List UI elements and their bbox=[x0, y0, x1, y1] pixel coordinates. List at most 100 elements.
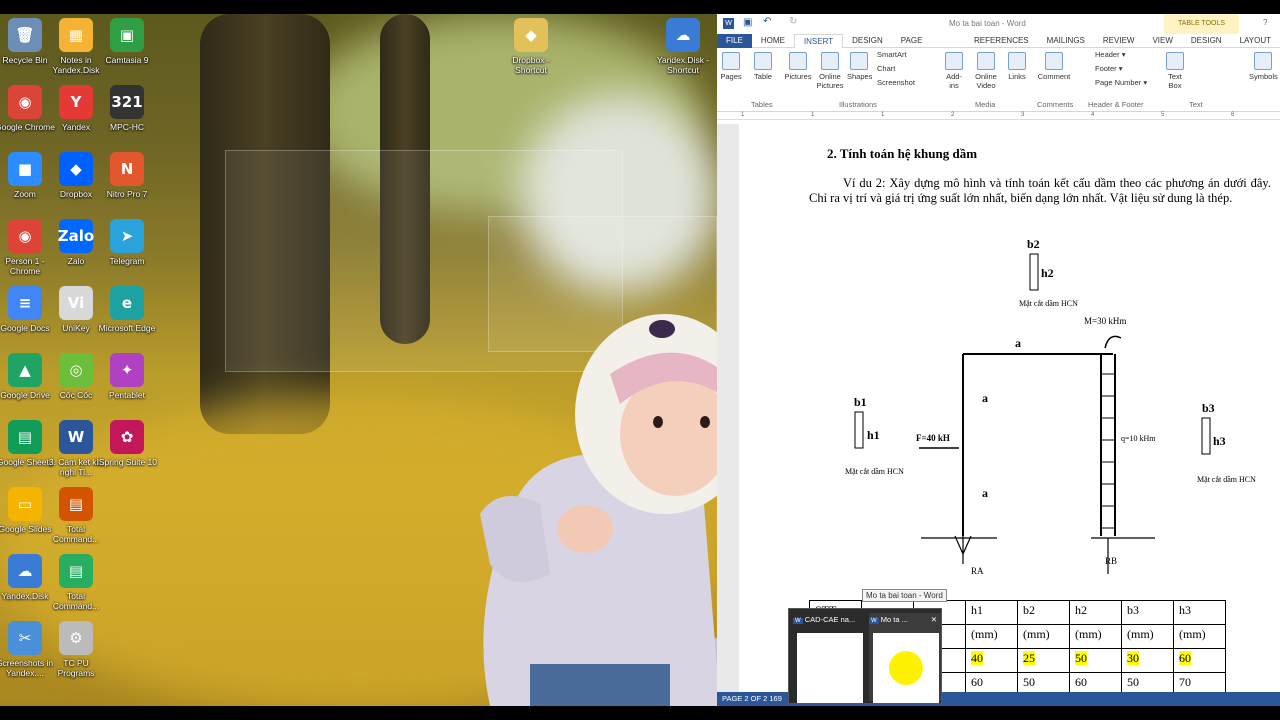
tab-view[interactable]: VIEW bbox=[1143, 34, 1181, 48]
desktop-icon[interactable]: ▣ Camtasia 9 bbox=[96, 18, 158, 65]
telegram-icon: ➤ bbox=[110, 219, 144, 253]
tab-home[interactable]: HOME bbox=[752, 34, 794, 48]
online-pictures-button[interactable]: Online Pictures bbox=[815, 52, 845, 90]
desktop-icon-label: Camtasia 9 bbox=[105, 55, 149, 65]
table-cell: 50 bbox=[1121, 672, 1174, 692]
diagram-b2: b2 bbox=[1027, 237, 1040, 251]
table-cell: h2 bbox=[1069, 600, 1122, 625]
symbols-button[interactable]: Symbols bbox=[1249, 52, 1278, 81]
screenshot-button[interactable]: Screenshot bbox=[877, 78, 915, 87]
cell-text: 50 bbox=[1023, 675, 1035, 689]
cell-text: 60 bbox=[971, 675, 983, 689]
table-cell: h3 bbox=[1173, 600, 1226, 625]
tab-insert[interactable]: INSERT bbox=[793, 33, 844, 48]
help-icon[interactable]: ? bbox=[1263, 18, 1267, 27]
desktop-icon[interactable]: ✦ Pentablet bbox=[96, 353, 158, 400]
comment-button[interactable]: Comment bbox=[1035, 52, 1073, 81]
ruler-number: 1 bbox=[741, 112, 745, 118]
header-button[interactable]: Header ▾ bbox=[1095, 50, 1125, 59]
desktop-icon[interactable]: ▤ Total Command... bbox=[45, 487, 107, 544]
cell-text: h1 bbox=[971, 603, 983, 617]
desktop-icon[interactable]: N Nitro Pro 7 bbox=[96, 152, 158, 199]
diagram-rb: RB bbox=[1105, 556, 1117, 566]
tab-references[interactable]: REFERENCES bbox=[965, 34, 1038, 48]
table-button[interactable]: Table bbox=[751, 52, 775, 81]
desktop-icon[interactable]: ➤ Telegram bbox=[96, 219, 158, 266]
desktop-icon[interactable]: ✿ iSpring Suite 10 bbox=[96, 420, 158, 467]
document-area[interactable]: 2. Tính toán hệ khung dầm Ví du 2: Xây d… bbox=[717, 124, 1280, 692]
save-icon[interactable]: ▣ bbox=[743, 17, 752, 28]
cell-text: (mm) bbox=[971, 627, 998, 641]
diagram-b3: b3 bbox=[1202, 401, 1215, 415]
ruler-number: 4 bbox=[1091, 112, 1095, 118]
tab-design[interactable]: DESIGN bbox=[843, 34, 892, 48]
group-header-footer: Header & Footer bbox=[1088, 100, 1144, 109]
addins-button[interactable]: Add-ins bbox=[942, 52, 966, 90]
pentablet-icon: ✦ bbox=[110, 353, 144, 387]
tab-layout[interactable]: LAYOUT bbox=[1231, 34, 1280, 48]
shapes-button[interactable]: Shapes bbox=[847, 52, 872, 81]
close-icon[interactable]: ✕ bbox=[931, 613, 937, 627]
redo-icon[interactable]: ↻ bbox=[789, 16, 797, 27]
cell-text: 25 bbox=[1023, 651, 1035, 665]
chrome-icon: ◉ bbox=[8, 219, 42, 253]
word-window: W ▣ ↶ ↻ Mo ta bai toan - Word TABLE TOOL… bbox=[717, 14, 1280, 706]
notes-icon: ▦ bbox=[59, 18, 93, 52]
camtasia-icon: ▣ bbox=[110, 18, 144, 52]
desktop-icon[interactable]: ⚙ TC PU Programs bbox=[45, 621, 107, 678]
cell-text: (mm) bbox=[1023, 627, 1050, 641]
table-cell: 40 bbox=[965, 648, 1018, 673]
word-doc-icon: W bbox=[59, 420, 93, 454]
thumbnail-cad-cae[interactable]: W CAD-CAE na... bbox=[793, 613, 865, 703]
tab-file[interactable]: FILE bbox=[717, 33, 752, 48]
zalo-icon: Zalo bbox=[58, 219, 94, 253]
page-number-button[interactable]: Page Number ▾ bbox=[1095, 78, 1147, 87]
pictures-button[interactable]: Pictures bbox=[783, 52, 813, 81]
word-app-icon[interactable]: W bbox=[723, 18, 734, 29]
table-cell: (mm) bbox=[965, 624, 1018, 649]
diagram-b1: b1 bbox=[854, 395, 867, 409]
frame-diagram: b2 h2 Mặt cắt dầm HCN M=30 kHm a a a F=4… bbox=[845, 237, 1256, 576]
cell-text: 50 bbox=[1127, 675, 1139, 689]
links-button[interactable]: Links bbox=[1005, 52, 1029, 81]
footer-button[interactable]: Footer ▾ bbox=[1095, 64, 1123, 73]
desktop-icon[interactable]: 321 MPC-HC bbox=[96, 85, 158, 132]
diagram-load: q=10 kHm bbox=[1121, 434, 1156, 443]
smartart-button[interactable]: SmartArt bbox=[877, 50, 907, 59]
diagram-cut-right: Mặt cắt dầm HCN bbox=[1197, 475, 1256, 484]
cell-text: 60 bbox=[1179, 651, 1191, 665]
desktop-icon[interactable]: ▤ Total Command... bbox=[45, 554, 107, 611]
tab-review[interactable]: REVIEW bbox=[1094, 34, 1144, 48]
table-cell: 30 bbox=[1121, 648, 1174, 673]
diagram-cut-left: Mặt cắt dầm HCN bbox=[845, 467, 904, 476]
online-video-button[interactable]: Online Video bbox=[973, 52, 999, 90]
table-cell: 50 bbox=[1017, 672, 1070, 692]
text-box-button[interactable]: Text Box bbox=[1163, 52, 1187, 90]
table-cell: 70 bbox=[1173, 672, 1226, 692]
section-heading: 2. Tính toán hệ khung dầm bbox=[827, 146, 978, 161]
google-drive-icon: ▲ bbox=[8, 353, 42, 387]
desktop-shortcut[interactable]: ◆ Dropbox - Shortcut bbox=[500, 18, 562, 75]
ruler-number: 3 bbox=[1021, 112, 1025, 118]
cell-text: h3 bbox=[1179, 603, 1191, 617]
thumbnail-mo-ta[interactable]: W Mo ta ... ✕ bbox=[869, 613, 941, 703]
screenshot-icon: ✂ bbox=[8, 621, 42, 655]
cell-text: 30 bbox=[1127, 651, 1139, 665]
document-page[interactable]: 2. Tính toán hệ khung dầm Ví du 2: Xây d… bbox=[739, 124, 1280, 692]
table-cell: 60 bbox=[1173, 648, 1226, 673]
tab-design[interactable]: DESIGN bbox=[1182, 34, 1231, 48]
desktop-shortcut-label: Yandex.Disk - Shortcut bbox=[656, 55, 710, 75]
tab-page-layout[interactable]: PAGE LAYOUT bbox=[892, 34, 965, 59]
chart-button[interactable]: Chart bbox=[877, 64, 895, 73]
tab-mailings[interactable]: MAILINGS bbox=[1038, 34, 1094, 48]
pages-button[interactable]: Pages bbox=[719, 52, 743, 81]
table-cell: 50 bbox=[1069, 648, 1122, 673]
desktop-shortcut[interactable]: ☁ Yandex.Disk - Shortcut bbox=[652, 18, 714, 75]
window-title: Mo ta bai toan - Word bbox=[949, 19, 1026, 28]
table-cell: (mm) bbox=[1017, 624, 1070, 649]
body-paragraph: Ví du 2: Xây dựng mô hình và tính toán k… bbox=[809, 176, 1271, 205]
ruler[interactable]: 1 1 1 2 3 4 5 6 bbox=[717, 112, 1280, 120]
group-media: Media bbox=[975, 100, 996, 109]
desktop-icon[interactable]: e Microsoft Edge bbox=[96, 286, 158, 333]
undo-icon[interactable]: ↶ bbox=[763, 16, 771, 27]
